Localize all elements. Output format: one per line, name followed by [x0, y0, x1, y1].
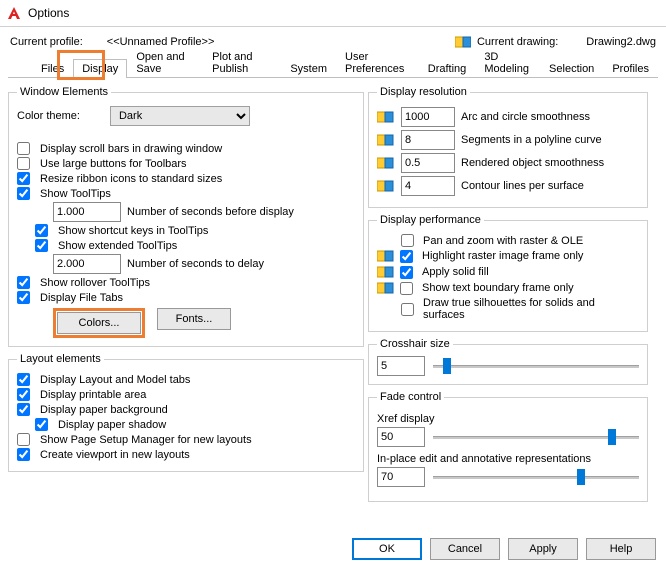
- inplace-edit-input[interactable]: [377, 467, 425, 487]
- crosshair-legend: Crosshair size: [377, 338, 453, 350]
- tab-files[interactable]: Files: [32, 59, 73, 78]
- crosshair-slider[interactable]: [433, 358, 639, 374]
- display-performance-legend: Display performance: [377, 214, 484, 226]
- resize-ribbon-checkbox[interactable]: [17, 172, 30, 185]
- fade-control-legend: Fade control: [377, 391, 444, 403]
- layout-elements-group: Layout elements Display Layout and Model…: [8, 353, 364, 472]
- inplace-edit-slider[interactable]: [433, 469, 639, 485]
- color-theme-select[interactable]: Dark: [110, 106, 250, 126]
- rollover-tooltips-label: Show rollover ToolTips: [40, 277, 150, 289]
- app-icon: [6, 5, 22, 21]
- window-elements-group: Window Elements Color theme: Dark Displa…: [8, 86, 364, 347]
- seconds-delay-input[interactable]: [53, 254, 121, 274]
- page-setup-checkbox[interactable]: [17, 433, 30, 446]
- file-tabs-label: Display File Tabs: [40, 292, 123, 304]
- tab-strip: Files Display Open and Save Plot and Pub…: [8, 55, 658, 78]
- crosshair-input[interactable]: [377, 356, 425, 376]
- create-viewport-checkbox[interactable]: [17, 448, 30, 461]
- scroll-bars-label: Display scroll bars in drawing window: [40, 143, 222, 155]
- shortcut-keys-checkbox[interactable]: [35, 224, 48, 237]
- cancel-button[interactable]: Cancel: [430, 538, 500, 560]
- color-theme-label: Color theme:: [17, 110, 80, 122]
- colors-button-highlight: Colors...: [53, 308, 145, 338]
- contour-lines-row: Contour lines per surface: [377, 176, 639, 196]
- dialog-footer: OK Cancel Apply Help: [352, 538, 656, 560]
- tab-plot-and-publish[interactable]: Plot and Publish: [203, 47, 281, 78]
- show-tooltips-checkbox[interactable]: [17, 187, 30, 200]
- inplace-edit-label: In-place edit and annotative representat…: [377, 453, 639, 465]
- extended-tooltips-checkbox[interactable]: [35, 239, 48, 252]
- rollover-tooltips-checkbox[interactable]: [17, 276, 30, 289]
- scroll-bars-checkbox[interactable]: [17, 142, 30, 155]
- dwg-icon: [377, 281, 395, 295]
- xref-display-input[interactable]: [377, 427, 425, 447]
- crosshair-group: Crosshair size: [368, 338, 648, 385]
- pan-zoom-checkbox[interactable]: [401, 234, 414, 247]
- ok-button[interactable]: OK: [352, 538, 422, 560]
- display-performance-group: Display performance Pan and zoom with ra…: [368, 214, 648, 332]
- show-tooltips-label: Show ToolTips: [40, 188, 111, 200]
- dwg-icon: [377, 265, 395, 279]
- tab-user-preferences[interactable]: User Preferences: [336, 47, 419, 78]
- window-elements-legend: Window Elements: [17, 86, 111, 98]
- layout-elements-legend: Layout elements: [17, 353, 104, 365]
- dwg-icon: [377, 249, 395, 263]
- rendered-smoothness-input[interactable]: [401, 153, 455, 173]
- polyline-segments-row: Segments in a polyline curve: [377, 130, 639, 150]
- seconds-before-input[interactable]: [53, 202, 121, 222]
- colors-button[interactable]: Colors...: [57, 312, 141, 334]
- large-buttons-label: Use large buttons for Toolbars: [40, 158, 187, 170]
- seconds-delay-label: Number of seconds to delay: [127, 258, 264, 270]
- xref-display-slider[interactable]: [433, 429, 639, 445]
- large-buttons-checkbox[interactable]: [17, 157, 30, 170]
- rendered-smoothness-row: Rendered object smoothness: [377, 153, 639, 173]
- solid-fill-checkbox[interactable]: [400, 266, 413, 279]
- dwg-icon: [377, 110, 395, 124]
- seconds-before-label: Number of seconds before display: [127, 206, 294, 218]
- current-drawing-value: Drawing2.dwg: [586, 36, 656, 48]
- paper-bg-checkbox[interactable]: [17, 403, 30, 416]
- profile-row: Current profile: <<Unnamed Profile>> Cur…: [8, 31, 658, 55]
- resize-ribbon-label: Resize ribbon icons to standard sizes: [40, 173, 222, 185]
- fonts-button[interactable]: Fonts...: [157, 308, 231, 330]
- tab-drafting[interactable]: Drafting: [419, 59, 476, 78]
- tab-selection[interactable]: Selection: [540, 59, 603, 78]
- current-profile-label: Current profile:: [10, 36, 83, 48]
- dwg-icon: [377, 133, 395, 147]
- true-silhouettes-checkbox[interactable]: [401, 303, 414, 316]
- tab-open-and-save[interactable]: Open and Save: [127, 47, 203, 78]
- file-tabs-checkbox[interactable]: [17, 291, 30, 304]
- arc-smoothness-input[interactable]: [401, 107, 455, 127]
- display-resolution-legend: Display resolution: [377, 86, 470, 98]
- highlight-raster-checkbox[interactable]: [400, 250, 413, 263]
- apply-button[interactable]: Apply: [508, 538, 578, 560]
- window-title: Options: [28, 6, 69, 20]
- tab-3d-modeling[interactable]: 3D Modeling: [475, 47, 540, 78]
- help-button[interactable]: Help: [586, 538, 656, 560]
- titlebar: Options: [0, 0, 666, 27]
- printable-area-checkbox[interactable]: [17, 388, 30, 401]
- paper-shadow-checkbox[interactable]: [35, 418, 48, 431]
- tab-display[interactable]: Display: [73, 59, 127, 78]
- extended-tooltips-label: Show extended ToolTips: [58, 240, 177, 252]
- contour-lines-input[interactable]: [401, 176, 455, 196]
- xref-display-label: Xref display: [377, 413, 639, 425]
- tab-system[interactable]: System: [281, 59, 336, 78]
- layout-tabs-checkbox[interactable]: [17, 373, 30, 386]
- dwg-icon: [377, 156, 395, 170]
- text-boundary-checkbox[interactable]: [400, 282, 413, 295]
- arc-smoothness-row: Arc and circle smoothness: [377, 107, 639, 127]
- polyline-segments-input[interactable]: [401, 130, 455, 150]
- dwg-icon: [377, 179, 395, 193]
- shortcut-keys-label: Show shortcut keys in ToolTips: [58, 225, 208, 237]
- tab-profiles[interactable]: Profiles: [603, 59, 658, 78]
- display-resolution-group: Display resolution Arc and circle smooth…: [368, 86, 648, 208]
- fade-control-group: Fade control Xref display In-place edit …: [368, 391, 648, 502]
- dwg-icon: [455, 35, 471, 49]
